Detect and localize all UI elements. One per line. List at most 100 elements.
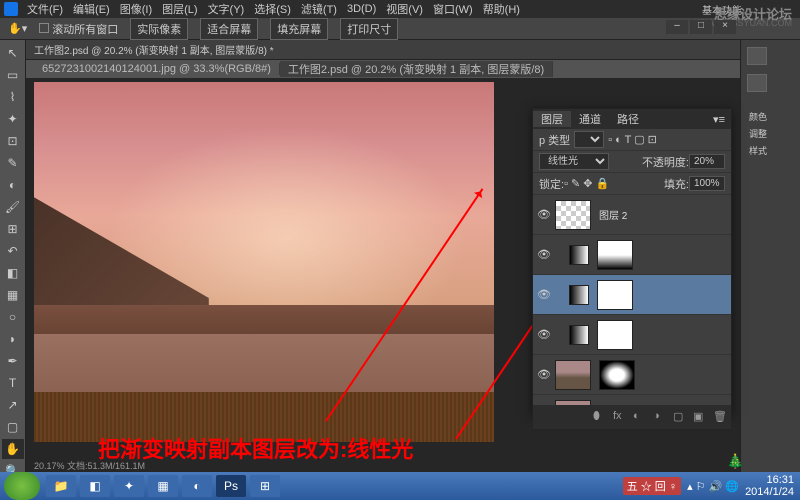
- taskbar-app-icon[interactable]: ◐: [182, 475, 212, 497]
- menu-type[interactable]: 文字(Y): [203, 1, 250, 17]
- style-label[interactable]: 样式: [745, 142, 796, 159]
- tool-palette: ↖ ▭ ⌇ ✦ ⊡ ✎ ◐ 🖌 ⊞ ↶ ◧ ▦ ○ ◗ ✒ T ↗ ▢ ✋ 🔍: [0, 40, 26, 472]
- history-panel-icon[interactable]: [747, 47, 767, 65]
- tray-date[interactable]: 2014/1/24: [745, 486, 794, 498]
- color-label[interactable]: 颜色: [745, 108, 796, 125]
- fill-input[interactable]: 100%: [689, 176, 725, 191]
- close-button[interactable]: ×: [714, 20, 736, 34]
- crop-tool[interactable]: ⊡: [2, 131, 24, 151]
- menu-image[interactable]: 图像(I): [115, 1, 157, 17]
- visibility-icon[interactable]: 👁: [537, 208, 551, 222]
- minimize-button[interactable]: –: [666, 20, 688, 34]
- paths-tab[interactable]: 路径: [609, 111, 647, 127]
- layer-item[interactable]: 👁: [533, 355, 731, 395]
- move-tool[interactable]: ↖: [2, 43, 24, 63]
- menu-window[interactable]: 窗口(W): [428, 1, 478, 17]
- start-button[interactable]: [4, 472, 40, 500]
- fill-screen-button[interactable]: 填充屏幕: [270, 18, 328, 40]
- shape-tool[interactable]: ▢: [2, 417, 24, 437]
- channels-tab[interactable]: 通道: [571, 111, 609, 127]
- adjustment-thumb: [569, 285, 589, 305]
- wand-tool[interactable]: ✦: [2, 109, 24, 129]
- marquee-tool[interactable]: ▭: [2, 65, 24, 85]
- app-icon: [4, 2, 18, 16]
- mask-icon[interactable]: ◐: [633, 410, 647, 424]
- brush-tool[interactable]: 🖌: [2, 197, 24, 217]
- visibility-icon[interactable]: 👁: [537, 328, 551, 342]
- adjustment-icon[interactable]: ◑: [653, 410, 667, 424]
- gradient-tool[interactable]: ▦: [2, 285, 24, 305]
- lasso-tool[interactable]: ⌇: [2, 87, 24, 107]
- eyedropper-tool[interactable]: ✎: [2, 153, 24, 173]
- panel-menu-icon[interactable]: ▾≡: [707, 113, 731, 126]
- menu-file[interactable]: 文件(F): [22, 1, 68, 17]
- scroll-all-label: 滚动所有窗口: [52, 24, 118, 36]
- menu-filter[interactable]: 滤镜(T): [296, 1, 342, 17]
- layer-item[interactable]: 👁 背景 🔒: [533, 395, 731, 405]
- layer-item[interactable]: 👁 图层 2: [533, 195, 731, 235]
- mask-thumb: [597, 240, 633, 270]
- layer-item-active[interactable]: 👁: [533, 275, 731, 315]
- layers-panel: 图层 通道 路径 ▾≡ p 类型 ▫ ◐ T ▢ ⊡ 线性光 不透明度: 20%…: [532, 108, 732, 414]
- dodge-tool[interactable]: ◗: [2, 329, 24, 349]
- delete-icon[interactable]: 🗑: [713, 410, 727, 424]
- history-tool[interactable]: ↶: [2, 241, 24, 261]
- scroll-all-checkbox[interactable]: [39, 23, 49, 33]
- new-layer-icon[interactable]: ▣: [693, 410, 707, 424]
- layer-name[interactable]: 图层 2: [599, 207, 627, 222]
- heal-tool[interactable]: ◐: [2, 175, 24, 195]
- window-controls: – □ ×: [666, 20, 736, 34]
- tray-badges[interactable]: 五 ☆ 回 ♀: [623, 477, 681, 495]
- menu-view[interactable]: 视图(V): [381, 1, 428, 17]
- taskbar-app-icon[interactable]: ◧: [80, 475, 110, 497]
- text-tool[interactable]: T: [2, 373, 24, 393]
- doc-tab-1[interactable]: 6527231002140124001.jpg @ 33.3%(RGB/8#): [34, 63, 280, 75]
- path-tool[interactable]: ↗: [2, 395, 24, 415]
- menu-3d[interactable]: 3D(D): [342, 3, 381, 15]
- taskbar-app-icon[interactable]: ▦: [148, 475, 178, 497]
- visibility-icon[interactable]: 👁: [537, 248, 551, 262]
- maximize-button[interactable]: □: [690, 20, 712, 34]
- print-size-button[interactable]: 打印尺寸: [340, 18, 398, 40]
- fx-icon[interactable]: fx: [613, 410, 627, 424]
- filter-kind-select[interactable]: [574, 131, 604, 148]
- visibility-icon[interactable]: 👁: [537, 288, 551, 302]
- layer-list: 👁 图层 2 👁 👁 👁 👁 👁: [533, 195, 731, 405]
- right-panel-dock: 颜色 调整 样式: [740, 40, 800, 472]
- layer-item[interactable]: 👁: [533, 235, 731, 275]
- layer-thumb: [555, 400, 591, 406]
- mask-thumb: [597, 320, 633, 350]
- layers-tab[interactable]: 图层: [533, 111, 571, 127]
- doc-tab-2[interactable]: 工作图2.psd @ 20.2% (渐变映射 1 副本, 图层蒙版/8): [280, 61, 553, 77]
- adjust-label[interactable]: 调整: [745, 125, 796, 142]
- menu-edit[interactable]: 编辑(E): [68, 1, 115, 17]
- menu-select[interactable]: 选择(S): [249, 1, 296, 17]
- opacity-input[interactable]: 20%: [689, 154, 725, 169]
- layer-thumb: [555, 200, 591, 230]
- blend-mode-select[interactable]: 线性光: [539, 153, 609, 170]
- layer-item[interactable]: 👁: [533, 315, 731, 355]
- taskbar-explorer-icon[interactable]: 📁: [46, 475, 76, 497]
- visibility-icon[interactable]: 👁: [537, 368, 551, 382]
- blur-tool[interactable]: ○: [2, 307, 24, 327]
- menu-help[interactable]: 帮助(H): [478, 1, 525, 17]
- taskbar-app-icon[interactable]: ⊞: [250, 475, 280, 497]
- tray-time[interactable]: 16:31: [745, 474, 794, 486]
- filter-kind-label: p 类型: [539, 132, 570, 148]
- stamp-tool[interactable]: ⊞: [2, 219, 24, 239]
- group-icon[interactable]: ▢: [673, 410, 687, 424]
- taskbar-ps-icon[interactable]: Ps: [216, 475, 246, 497]
- actual-pixels-button[interactable]: 实际像素: [130, 18, 188, 40]
- actions-panel-icon[interactable]: [747, 74, 767, 92]
- link-layers-icon[interactable]: ⬮: [593, 410, 607, 424]
- pen-tool[interactable]: ✒: [2, 351, 24, 371]
- hand-tool[interactable]: ✋: [2, 439, 24, 459]
- menu-layer[interactable]: 图层(L): [157, 1, 202, 17]
- taskbar-app-icon[interactable]: ✦: [114, 475, 144, 497]
- tray-icons[interactable]: ▴ ⚐ 🔊 🌐: [687, 480, 739, 493]
- opacity-label: 不透明度:: [642, 154, 689, 170]
- fit-screen-button[interactable]: 适合屏幕: [200, 18, 258, 40]
- eraser-tool[interactable]: ◧: [2, 263, 24, 283]
- fill-label: 填充:: [664, 176, 689, 192]
- canvas[interactable]: [34, 82, 494, 442]
